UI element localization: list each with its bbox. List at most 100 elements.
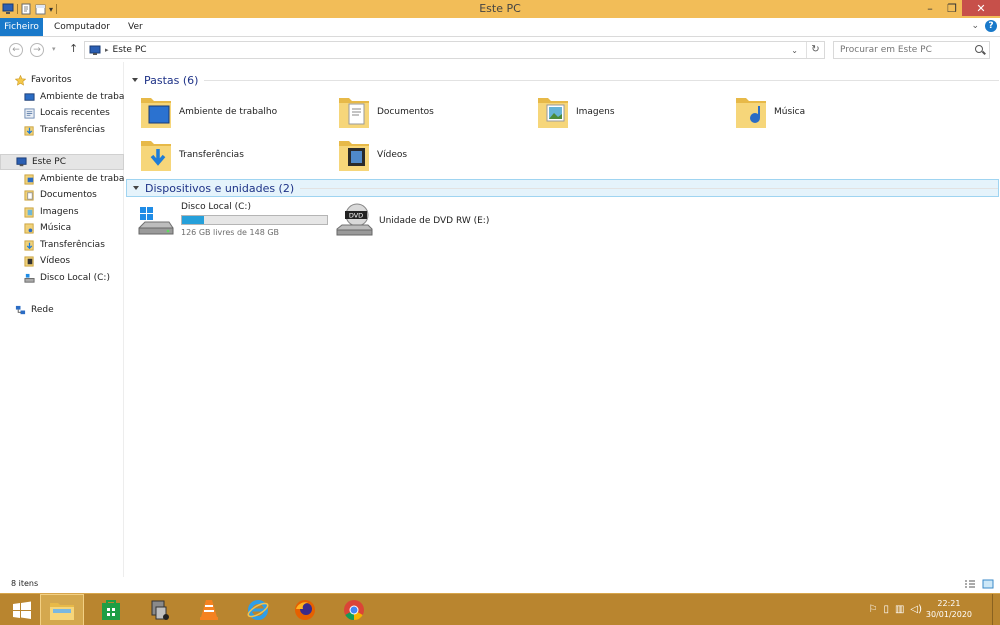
nav-item-label: Ambiente de trabalho [40,174,124,184]
breadcrumb-separator-icon[interactable]: ▸ [105,46,109,54]
folder-tile-documents[interactable]: Documentos [337,92,527,132]
show-desktop-button[interactable] [992,594,1000,625]
nav-item-label: Locais recentes [40,108,110,118]
music-folder-icon [24,222,34,234]
devices-group-header[interactable]: Dispositivos e unidades (2) [126,179,999,197]
view-switcher [964,579,994,589]
ribbon-controls: ⌄ ? [971,20,997,32]
nav-pc-documents[interactable]: Documentos [0,187,124,203]
nav-pc-pictures[interactable]: Imagens [0,204,124,220]
taskbar-file-explorer[interactable] [40,594,84,625]
taskbar-firefox[interactable] [283,594,327,625]
collapse-icon[interactable] [132,78,138,82]
forward-arrow-icon: → [33,45,41,55]
nav-pc-music[interactable]: Música [0,220,124,236]
network-signal-icon[interactable]: ▥ [895,604,904,615]
item-count: 8 itens [11,579,39,588]
nav-pc-downloads[interactable]: Transferências [0,237,124,253]
devices-header-label: Dispositivos e unidades (2) [145,181,295,195]
taskbar-installer[interactable] [138,594,182,625]
header-divider [204,79,999,81]
drive-name: Unidade de DVD RW (E:) [379,216,490,226]
nav-pc-desktop[interactable]: Ambiente de trabalho [0,171,124,187]
help-icon[interactable]: ? [985,20,997,32]
search-input[interactable] [833,41,990,59]
file-explorer-icon [50,603,74,620]
system-clock[interactable]: 22:21 30/01/2020 [926,598,972,620]
close-button[interactable]: ✕ [962,0,1000,16]
nav-network[interactable]: Rede [0,302,124,318]
documents-folder-icon [339,98,369,128]
tab-view[interactable]: Ver [128,18,143,36]
large-icons-view-icon[interactable] [982,579,994,589]
nav-pc-videos[interactable]: Vídeos [0,253,124,269]
breadcrumb-location[interactable]: Este PC [113,45,147,55]
address-dropdown-icon[interactable]: ⌄ [791,46,798,55]
desktop-folder-icon [24,173,34,185]
minimize-icon: – [927,1,933,15]
drive-tile-dvd[interactable]: DVD Unidade de DVD RW (E:) [335,202,530,242]
dvd-label: DVD [349,212,363,220]
address-bar[interactable]: ▸ Este PC ⌄ ↻ [84,41,825,59]
taskbar-vlc[interactable] [187,594,231,625]
refresh-icon[interactable]: ↻ [806,42,824,58]
store-icon [102,600,120,620]
nav-this-pc[interactable]: Este PC [0,154,124,170]
nav-favorites-recent[interactable]: Locais recentes [0,105,124,121]
folder-tile-pictures[interactable]: Imagens [536,92,726,132]
start-icon [13,601,31,619]
folder-name: Documentos [377,107,434,117]
expand-ribbon-icon[interactable]: ⌄ [971,21,979,31]
power-icon[interactable]: ▯ [883,604,889,615]
nav-item-label: Música [40,223,72,233]
tab-computer[interactable]: Computador [54,18,110,36]
folders-header-label: Pastas (6) [144,73,199,87]
up-arrow-icon[interactable]: ↑ [69,42,78,55]
restore-button[interactable]: ❐ [942,0,962,16]
videos-folder-icon [24,255,34,267]
nav-item-label: Transferências [40,125,105,135]
start-button[interactable] [0,594,44,625]
nav-item-label: Imagens [40,207,79,217]
folder-name: Vídeos [377,150,408,160]
minimize-button[interactable]: – [918,0,942,16]
collapse-icon[interactable] [133,186,139,190]
taskbar-store[interactable] [89,594,133,625]
action-center-flag-icon[interactable]: ⚐ [868,604,877,615]
installer-icon [151,600,169,620]
nav-pc-local-disk[interactable]: Disco Local (C:) [0,270,124,286]
title-bar: ▾ Este PC – ❐ ✕ [0,0,1000,18]
nav-favorites-desktop[interactable]: Ambiente de trabalho [0,89,124,105]
forward-button[interactable]: → [30,43,44,57]
folder-tile-music[interactable]: Música [734,92,924,132]
music-folder-icon [736,98,766,128]
status-bar: 8 itens [0,577,1000,592]
star-icon [15,74,26,86]
taskbar-internet-explorer[interactable] [236,594,280,625]
details-view-icon[interactable] [964,579,976,589]
close-icon: ✕ [976,1,986,15]
folder-tile-videos[interactable]: Vídeos [337,135,527,175]
videos-folder-icon [339,141,369,171]
nav-favorites-downloads[interactable]: Transferências [0,122,124,138]
folders-group-header[interactable]: Pastas (6) [126,71,999,89]
nav-item-label: Transferências [40,240,105,250]
volume-icon[interactable]: ◁) [910,604,922,615]
taskbar-chrome[interactable] [332,594,376,625]
downloads-folder-icon [141,141,171,171]
nav-item-label: Vídeos [40,256,71,266]
folder-tile-desktop[interactable]: Ambiente de trabalho [139,92,329,132]
recent-locations-icon[interactable]: ▾ [52,45,56,53]
nav-item-label: Documentos [40,190,97,200]
ribbon: Ficheiro Computador Ver ⌄ ? [0,18,1000,37]
back-arrow-icon: ← [12,45,20,55]
folder-tile-downloads[interactable]: Transferências [139,135,329,175]
drive-tile-local-disk[interactable]: Disco Local (C:) 126 GB livres de 148 GB [137,202,332,242]
network-icon [15,305,26,314]
tab-file[interactable]: Ficheiro [0,18,43,36]
navigation-row: ← → ▾ ↑ ▸ Este PC ⌄ ↻ [0,38,1000,62]
search-icon[interactable] [975,45,983,53]
firefox-icon [295,600,315,620]
back-button[interactable]: ← [9,43,23,57]
nav-favorites[interactable]: Favoritos [0,72,124,88]
